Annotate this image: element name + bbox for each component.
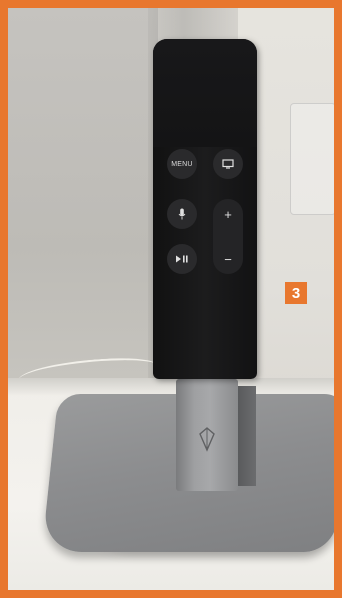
remote-control: MENU + − <box>153 39 257 379</box>
play-pause-icon <box>176 255 188 263</box>
wall-left <box>8 8 158 408</box>
stand-stem-side <box>236 386 256 486</box>
stand-logo-icon <box>199 427 215 452</box>
background-card <box>290 103 334 215</box>
step-number: 3 <box>291 284 301 302</box>
minus-symbol: − <box>224 251 232 267</box>
microphone-icon <box>178 208 186 220</box>
play-pause-button[interactable] <box>167 244 197 274</box>
volume-down-button[interactable]: − <box>213 244 243 274</box>
menu-button[interactable]: MENU <box>167 149 197 179</box>
tv-button[interactable] <box>213 149 243 179</box>
siri-button[interactable] <box>167 199 197 229</box>
step-number-badge: 3 <box>285 282 307 304</box>
plus-symbol: + <box>224 206 232 222</box>
tv-icon <box>222 159 234 169</box>
menu-button-label: MENU <box>171 160 193 168</box>
volume-up-button[interactable]: + <box>213 199 243 229</box>
remote-touch-surface[interactable] <box>153 39 257 147</box>
